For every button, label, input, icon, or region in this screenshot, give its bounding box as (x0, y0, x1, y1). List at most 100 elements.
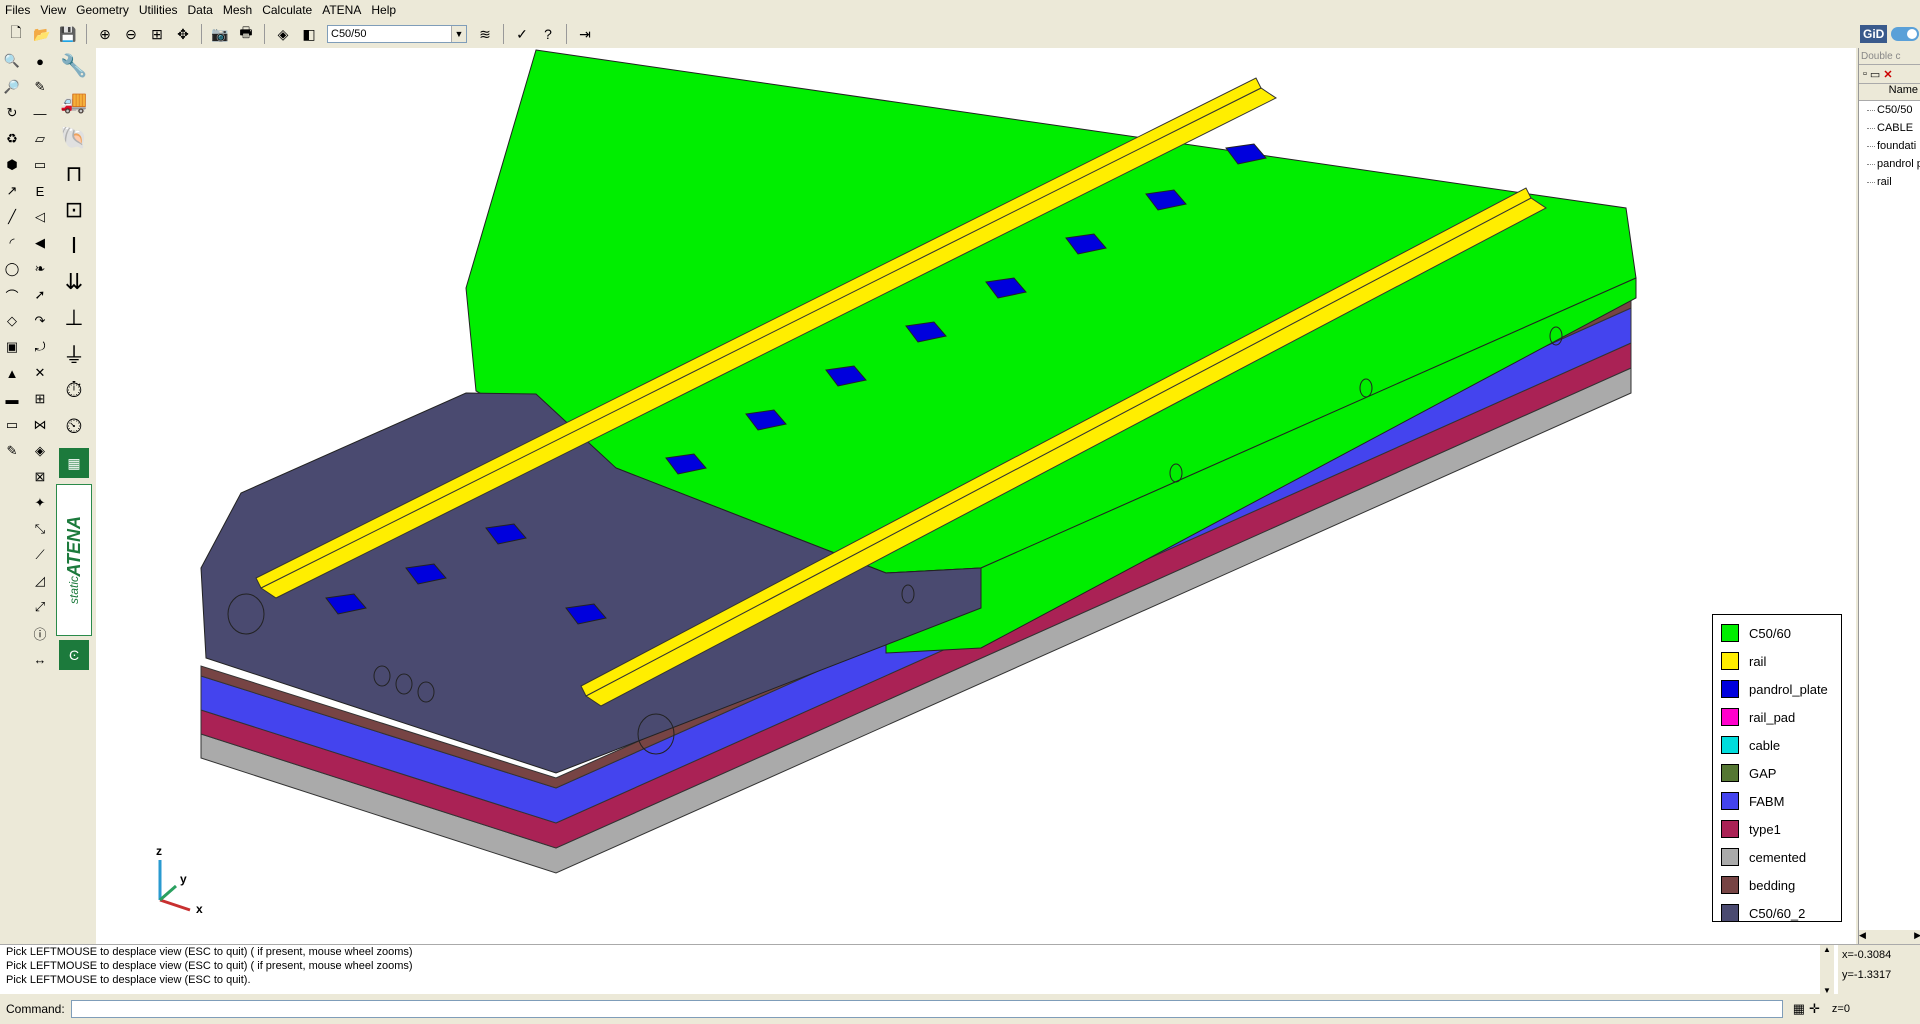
triangle-fill-icon[interactable]: ◀ (29, 230, 51, 256)
menu-utilities[interactable]: Utilities (134, 0, 183, 20)
eraser-icon[interactable]: ▬ (1, 386, 23, 412)
load-icon[interactable]: ⇊ (57, 264, 91, 300)
graphics-viewport[interactable]: z y x C50/60 rail pandrol_plate rail_pad cab… (96, 48, 1856, 944)
render-mode-icon[interactable]: ◧ (297, 23, 321, 45)
layer-item[interactable]: pandrol p (1859, 155, 1920, 173)
edit-icon[interactable]: ✎ (29, 74, 51, 100)
timer-icon[interactable]: ⏲ (57, 408, 91, 444)
menu-mesh[interactable]: Mesh (218, 0, 257, 20)
scroll-left-icon[interactable]: ◀ (1859, 930, 1866, 944)
column-header-name[interactable]: Name (1859, 83, 1920, 101)
save-icon[interactable]: 💾 (56, 23, 80, 45)
info-icon[interactable]: ⓘ (29, 620, 51, 646)
menu-atena[interactable]: ATENA (317, 0, 366, 20)
render-icon[interactable]: ◈ (271, 23, 295, 45)
zoom-in-icon[interactable]: ⊕ (93, 23, 117, 45)
zoom-out-icon[interactable]: ⊖ (119, 23, 143, 45)
crosshair-icon[interactable]: ✛ (1809, 1001, 1820, 1017)
beam-icon[interactable]: Ⅰ (57, 228, 91, 264)
layers-icon[interactable]: ≋ (473, 23, 497, 45)
ruler-icon[interactable]: ◿ (29, 568, 51, 594)
new-file-icon[interactable]: 🗋 (4, 23, 28, 45)
cross-icon[interactable]: ✕ (29, 360, 51, 386)
print-icon[interactable]: 🖶 (234, 23, 258, 45)
command-input[interactable] (70, 1000, 1783, 1018)
layer-item[interactable]: rail (1859, 173, 1920, 191)
paint-icon[interactable]: ⟋ (29, 542, 51, 568)
polyline-icon[interactable]: ⌒ (1, 282, 23, 308)
truck-icon[interactable]: 🚚 (57, 84, 91, 120)
surface-icon[interactable]: ◇ (1, 308, 23, 334)
folder-icon[interactable]: ▭ (1870, 68, 1880, 81)
line-icon[interactable]: ╱ (1, 204, 23, 230)
calculator-small-icon[interactable]: ▦ (1793, 1001, 1805, 1017)
dot-icon[interactable]: ● (29, 48, 51, 74)
camera-icon[interactable]: 📷 (208, 23, 232, 45)
net-icon[interactable]: ⊠ (29, 464, 51, 490)
message-scrollbar[interactable]: ▲ ▼ (1820, 945, 1834, 995)
rotate-icon[interactable]: ♻ (1, 126, 23, 152)
frame-icon[interactable]: ⊓ (57, 156, 91, 192)
zoom-frame-icon[interactable]: ⊞ (145, 23, 169, 45)
menu-view[interactable]: View (35, 0, 71, 20)
model-3d-view[interactable] (96, 48, 1856, 944)
menu-files[interactable]: Files (0, 0, 35, 20)
star-icon[interactable]: ✦ (29, 490, 51, 516)
link-icon[interactable]: ⤾ (29, 334, 51, 360)
pan-icon[interactable]: ✥ (171, 23, 195, 45)
leaf-icon[interactable]: ❧ (29, 256, 51, 282)
shell-icon[interactable]: 🐚 (57, 120, 91, 156)
curve-icon[interactable]: ↷ (29, 308, 51, 334)
calculator-icon[interactable]: ▦ (59, 448, 89, 478)
wrench-icon[interactable]: 🔧 (57, 48, 91, 84)
tag-icon[interactable]: ▭ (1, 412, 23, 438)
material-select[interactable]: C50/50 ▼ (327, 25, 467, 43)
help-icon[interactable]: ? (536, 23, 560, 45)
menu-help[interactable]: Help (366, 0, 401, 20)
xy-icon[interactable]: ⤢ (29, 594, 51, 620)
chevron-down-icon[interactable]: ▼ (451, 26, 466, 42)
stopwatch-icon[interactable]: ⏱ (57, 372, 91, 408)
cube-icon[interactable]: ▣ (1, 334, 23, 360)
exit-icon[interactable]: ⇥ (573, 23, 597, 45)
monitor-icon[interactable]: ⏚ (57, 336, 91, 372)
triangle-icon[interactable]: ◁ (29, 204, 51, 230)
scale-icon[interactable]: ⤡ (29, 516, 51, 542)
scroll-up-icon[interactable]: ▲ (1823, 945, 1831, 954)
support-icon[interactable]: ⊥ (57, 300, 91, 336)
toggle-switch[interactable] (1891, 27, 1920, 41)
diamond-icon[interactable]: ◈ (29, 438, 51, 464)
rectangle-icon[interactable]: ▭ (29, 152, 51, 178)
section-icon[interactable]: ⊡ (57, 192, 91, 228)
arrow-icon[interactable]: ➚ (29, 282, 51, 308)
open-folder-icon[interactable]: 📂 (30, 23, 54, 45)
zoom-icon[interactable]: 🔍 (1, 48, 23, 74)
point-icon[interactable]: ↗ (1, 178, 23, 204)
menu-data[interactable]: Data (183, 0, 218, 20)
layer-item[interactable]: foundati (1859, 137, 1920, 155)
dash-icon[interactable]: — (29, 100, 51, 126)
zoom-out-icon[interactable]: 🔎 (1, 74, 23, 100)
panel-scrollbar[interactable]: ◀ ▶ (1859, 930, 1920, 944)
label-icon[interactable]: E (29, 178, 51, 204)
volume-icon[interactable]: ⬢ (1, 152, 23, 178)
arc-icon[interactable]: ◜ (1, 230, 23, 256)
box-icon[interactable]: ▱ (29, 126, 51, 152)
measure-icon[interactable]: ↔ (29, 646, 51, 672)
new-layer-icon[interactable]: ▫ (1863, 68, 1867, 80)
shape-icon[interactable]: ▲ (1, 360, 23, 386)
message-area: Pick LEFTMOUSE to desplace view (ESC to … (0, 944, 1920, 995)
circle-icon[interactable]: ◯ (1, 256, 23, 282)
scroll-right-icon[interactable]: ▶ (1914, 930, 1920, 944)
check-icon[interactable]: ✓ (510, 23, 534, 45)
legend-label: pandrol_plate (1749, 681, 1828, 697)
menu-calculate[interactable]: Calculate (257, 0, 317, 20)
delete-icon[interactable]: ✕ (1883, 68, 1892, 81)
mesh-icon[interactable]: ⋈ (29, 412, 51, 438)
grid-icon[interactable]: ⊞ (29, 386, 51, 412)
menu-geometry[interactable]: Geometry (71, 0, 134, 20)
layer-item[interactable]: CABLE (1859, 119, 1920, 137)
refresh-icon[interactable]: ↻ (1, 100, 23, 126)
layer-item[interactable]: C50/50 (1859, 101, 1920, 119)
pencil-icon[interactable]: ✎ (1, 438, 23, 464)
